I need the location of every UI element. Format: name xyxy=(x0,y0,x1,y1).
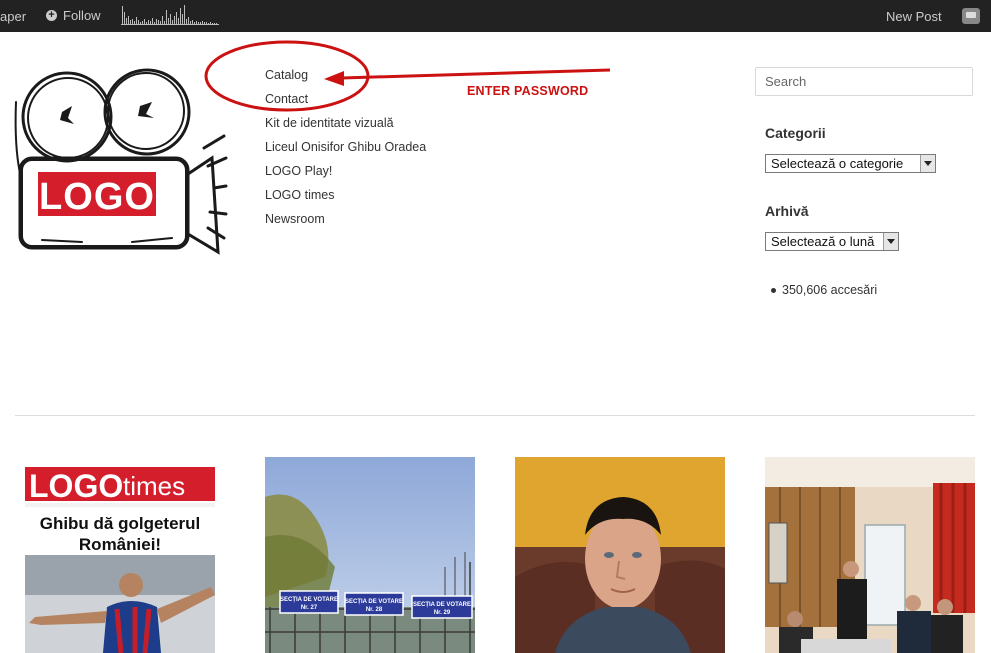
menu-item-logo-times[interactable]: LOGO times xyxy=(265,188,426,212)
follow-button[interactable]: + Follow xyxy=(46,8,101,23)
post-thumbnail-voting[interactable]: SECȚIA DE VOTARE Nr. 27 SECȚIA DE VOTARE… xyxy=(265,457,475,653)
cover-headline-1: Ghibu dă golgeterul xyxy=(40,514,201,533)
stats-sparkline-icon[interactable] xyxy=(121,4,219,26)
cover-masthead-times: times xyxy=(123,471,185,501)
post-thumbnail-logo-times[interactable]: LOGO times Ghibu dă golgeterul României! xyxy=(15,457,225,653)
annotation-text: ENTER PASSWORD xyxy=(467,84,589,98)
notifications-icon[interactable] xyxy=(962,8,980,24)
bullet-icon xyxy=(771,288,776,294)
menu-item-liceul[interactable]: Liceul Onisifor Ghibu Oradea xyxy=(265,140,426,164)
new-post-link[interactable]: New Post xyxy=(886,9,942,24)
search-input[interactable] xyxy=(755,67,973,96)
categories-title: Categorii xyxy=(765,125,826,141)
main-menu: Catalog Contact Kit de identitate vizual… xyxy=(265,68,426,236)
chevron-down-icon xyxy=(920,155,935,172)
follow-label: Follow xyxy=(63,8,101,23)
categories-select-value: Selectează o categorie xyxy=(771,156,904,171)
menu-item-catalog[interactable]: Catalog xyxy=(265,68,426,92)
post-thumbnail-portrait[interactable] xyxy=(515,457,725,653)
admin-bar: aper + Follow New Post xyxy=(0,0,991,32)
site-logo-camera[interactable]: LOGO xyxy=(12,62,228,258)
archive-title: Arhivă xyxy=(765,203,809,219)
post-thumbnail-meeting[interactable] xyxy=(765,457,975,653)
menu-item-logo-play[interactable]: LOGO Play! xyxy=(265,164,426,188)
chevron-down-icon xyxy=(883,233,898,250)
menu-item-newsroom[interactable]: Newsroom xyxy=(265,212,426,236)
menu-item-kit[interactable]: Kit de identitate vizuală xyxy=(265,116,426,140)
content-divider xyxy=(15,415,975,416)
archive-select[interactable]: Selectează o lună xyxy=(765,232,899,251)
sign-2-line-2: Nr. 28 xyxy=(366,607,383,613)
sign-1-line-1: SECȚIA DE VOTARE xyxy=(280,597,338,603)
blog-stats: 350,606 accesări xyxy=(771,283,877,297)
menu-item-contact[interactable]: Contact xyxy=(265,92,426,116)
site-name-link[interactable]: aper xyxy=(0,9,26,24)
hits-count: 350,606 accesări xyxy=(782,283,878,297)
sign-3-line-2: Nr. 29 xyxy=(434,610,451,616)
sign-3-line-1: SECȚIA DE VOTARE xyxy=(413,602,471,608)
plus-icon: + xyxy=(46,10,57,21)
archive-select-value: Selectează o lună xyxy=(771,234,875,249)
logo-text: LOGO xyxy=(39,176,155,218)
sign-2-line-1: SECȚIA DE VOTARE xyxy=(345,599,403,605)
cover-masthead-logo: LOGO xyxy=(29,468,123,504)
categories-select[interactable]: Selectează o categorie xyxy=(765,154,936,173)
sign-1-line-2: Nr. 27 xyxy=(301,605,318,611)
cover-headline-2: României! xyxy=(79,535,161,554)
